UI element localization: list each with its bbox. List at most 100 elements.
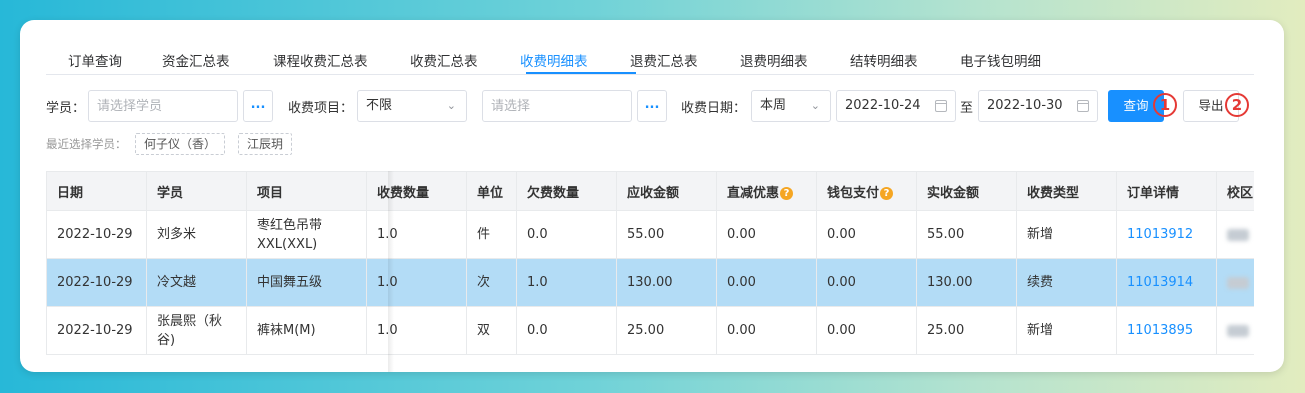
cell-receivable: 25.00 xyxy=(616,306,717,355)
order-link[interactable]: 11013912 xyxy=(1116,210,1217,259)
column-header[interactable]: 收费数量 xyxy=(366,171,467,211)
calendar-icon xyxy=(935,100,947,112)
column-header[interactable]: 日期 xyxy=(46,171,147,211)
cell-campus xyxy=(1216,210,1254,259)
cell-unit: 件 xyxy=(466,210,517,259)
order-link[interactable]: 11013895 xyxy=(1116,306,1217,355)
redacted-campus xyxy=(1227,276,1249,289)
column-header-wallet[interactable]: 钱包支付? xyxy=(816,171,917,211)
cell-owed: 0.0 xyxy=(516,306,617,355)
tab-refund-detail[interactable]: 退费明细表 xyxy=(740,50,808,74)
cell-discount: 0.00 xyxy=(716,306,817,355)
end-date-value: 2022-10-30 xyxy=(987,98,1063,113)
cell-fee-type: 新增 xyxy=(1016,210,1117,259)
cell-received: 130.00 xyxy=(916,258,1017,307)
cell-campus xyxy=(1216,306,1254,355)
tab-order-query[interactable]: 订单查询 xyxy=(68,50,122,74)
recent-student-chip[interactable]: 何子仪（香） xyxy=(135,133,226,155)
help-icon[interactable]: ? xyxy=(780,186,794,200)
tab-fund-summary[interactable]: 资金汇总表 xyxy=(162,50,230,74)
cell-wallet: 0.00 xyxy=(816,210,917,259)
cell-received: 55.00 xyxy=(916,210,1017,259)
cell-receivable: 130.00 xyxy=(616,258,717,307)
chevron-down-icon: ⌄ xyxy=(446,99,456,112)
date-range-value: 本周 xyxy=(760,98,787,113)
cell-quantity: 1.0 xyxy=(366,306,467,355)
date-separator: 至 xyxy=(960,101,974,116)
column-header[interactable]: 校区 xyxy=(1216,171,1254,211)
cell-wallet: 0.00 xyxy=(816,306,917,355)
fixed-column-shadow xyxy=(388,171,394,372)
cell-unit: 次 xyxy=(466,258,517,307)
cell-received: 25.00 xyxy=(916,306,1017,355)
start-date-value: 2022-10-24 xyxy=(845,98,921,113)
tab-fee-summary[interactable]: 收费汇总表 xyxy=(410,50,478,74)
cell-date: 2022-10-29 xyxy=(46,306,147,355)
date-range-select[interactable]: 本周 ⌄ xyxy=(751,90,831,122)
fee-item-label: 收费项目： xyxy=(288,101,354,116)
cell-student: 刘多米 xyxy=(146,210,247,259)
column-header-discount[interactable]: 直减优惠? xyxy=(716,171,817,211)
column-header[interactable]: 项目 xyxy=(246,171,367,211)
cell-fee-type: 续费 xyxy=(1016,258,1117,307)
calendar-icon xyxy=(1077,100,1089,112)
fee-item-value: 不限 xyxy=(366,98,393,113)
cell-item: 中国舞五级 xyxy=(246,258,367,307)
fee-item-select[interactable]: 不限 ⌄ xyxy=(357,90,467,122)
column-header[interactable]: 实收金额 xyxy=(916,171,1017,211)
item-picker-button[interactable]: ... xyxy=(637,90,667,122)
chevron-down-icon: ⌄ xyxy=(810,99,820,112)
tab-refund-summary[interactable]: 退费汇总表 xyxy=(630,50,698,74)
cell-owed: 1.0 xyxy=(516,258,617,307)
table-header-row: 日期 学员 项目 收费数量 单位 欠费数量 应收金额 直减优惠? 钱包支付? 实… xyxy=(46,171,1254,211)
cell-quantity: 1.0 xyxy=(366,258,467,307)
table-row[interactable]: 2022-10-29 张晨熙（秋谷) 裤袜M(M) 1.0 双 0.0 25.0… xyxy=(46,306,1254,355)
column-header[interactable]: 应收金额 xyxy=(616,171,717,211)
cell-unit: 双 xyxy=(466,306,517,355)
cell-wallet: 0.00 xyxy=(816,258,917,307)
table-row[interactable]: 2022-10-29 刘多米 枣红色吊带XXL(XXL) 1.0 件 0.0 5… xyxy=(46,210,1254,259)
student-label: 学员： xyxy=(46,101,86,116)
tab-wallet-detail[interactable]: 电子钱包明细 xyxy=(960,50,1041,74)
item-input[interactable] xyxy=(482,90,632,122)
help-icon[interactable]: ? xyxy=(880,186,894,200)
tab-course-fee-summary[interactable]: 课程收费汇总表 xyxy=(273,50,368,74)
tab-transfer-detail[interactable]: 结转明细表 xyxy=(850,50,918,74)
report-tabs: 订单查询 资金汇总表 课程收费汇总表 收费汇总表 收费明细表 退费汇总表 退费明… xyxy=(46,50,1254,75)
student-picker-button[interactable]: ... xyxy=(243,90,273,122)
column-header-label: 钱包支付 xyxy=(827,185,880,201)
cell-campus xyxy=(1216,258,1254,307)
cell-student: 张晨熙（秋谷) xyxy=(146,306,247,355)
date-label: 收费日期： xyxy=(681,101,747,116)
cell-quantity: 1.0 xyxy=(366,210,467,259)
cell-item: 裤袜M(M) xyxy=(246,306,367,355)
table-row[interactable]: 2022-10-29 冷文越 中国舞五级 1.0 次 1.0 130.00 0.… xyxy=(46,258,1254,307)
column-header[interactable]: 单位 xyxy=(466,171,517,211)
cell-date: 2022-10-29 xyxy=(46,210,147,259)
active-tab-indicator xyxy=(526,72,636,74)
column-header[interactable]: 学员 xyxy=(146,171,247,211)
order-link[interactable]: 11013914 xyxy=(1116,258,1217,307)
recent-student-chip[interactable]: 江辰玥 xyxy=(238,133,293,155)
report-card: 订单查询 资金汇总表 课程收费汇总表 收费汇总表 收费明细表 退费汇总表 退费明… xyxy=(20,20,1284,372)
tab-fee-detail[interactable]: 收费明细表 xyxy=(520,50,588,74)
column-header[interactable]: 订单详情 xyxy=(1116,171,1217,211)
redacted-campus xyxy=(1227,324,1249,337)
student-input[interactable] xyxy=(88,90,238,122)
column-header[interactable]: 欠费数量 xyxy=(516,171,617,211)
redacted-campus xyxy=(1227,228,1249,241)
cell-receivable: 55.00 xyxy=(616,210,717,259)
cell-discount: 0.00 xyxy=(716,210,817,259)
cell-date: 2022-10-29 xyxy=(46,258,147,307)
marker-1: 1 xyxy=(1153,93,1177,117)
column-header[interactable]: 收费类型 xyxy=(1016,171,1117,211)
column-header-label: 直减优惠 xyxy=(727,185,780,201)
end-date-input[interactable]: 2022-10-30 xyxy=(978,90,1098,122)
cell-item: 枣红色吊带XXL(XXL) xyxy=(246,210,367,259)
cell-discount: 0.00 xyxy=(716,258,817,307)
cell-owed: 0.0 xyxy=(516,210,617,259)
recent-students-label: 最近选择学员： xyxy=(46,137,127,151)
fee-detail-table: 日期 学员 项目 收费数量 单位 欠费数量 应收金额 直减优惠? 钱包支付? 实… xyxy=(46,171,1254,372)
cell-student: 冷文越 xyxy=(146,258,247,307)
start-date-input[interactable]: 2022-10-24 xyxy=(836,90,956,122)
